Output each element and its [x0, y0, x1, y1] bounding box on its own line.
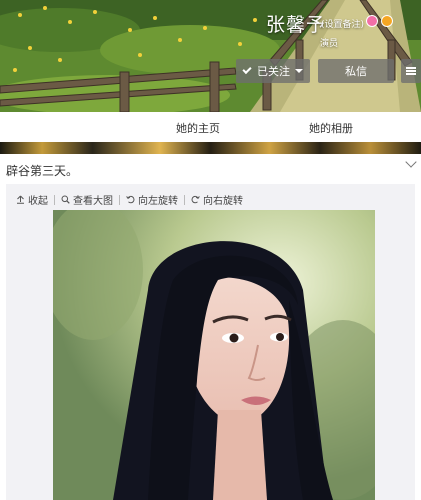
view-large-button[interactable]: 查看大图 — [61, 192, 113, 207]
rotate-left-label: 向左旋转 — [138, 196, 178, 207]
rotate-left-icon — [126, 195, 135, 204]
tab-her-homepage[interactable]: 她的主页 — [176, 120, 220, 136]
check-icon — [242, 64, 252, 75]
gender-female-icon — [366, 15, 378, 27]
profile-name: 张馨予 — [266, 14, 327, 36]
collapse-up-icon — [17, 195, 24, 204]
more-menu-button[interactable] — [401, 59, 421, 83]
verified-title: 演员 — [320, 39, 339, 49]
vip-crown-icon[interactable] — [381, 15, 393, 27]
portrait-photo-image — [53, 210, 375, 500]
follow-button[interactable]: 已关注 — [236, 59, 310, 83]
rotate-right-button[interactable]: 向右旋转 — [191, 192, 243, 207]
rotate-right-icon — [191, 195, 200, 204]
message-button-label: 私信 — [345, 65, 367, 78]
tab-her-album[interactable]: 她的相册 — [309, 120, 353, 136]
caret-down-icon — [295, 69, 303, 73]
toolbar-divider — [184, 194, 185, 205]
post-card: 辟谷第三天。 收起 查看大图 向左旋转 向右旋转 — [0, 154, 421, 500]
rotate-left-button[interactable]: 向左旋转 — [126, 192, 178, 207]
collapse-label: 收起 — [28, 196, 48, 207]
post-photo[interactable] — [53, 210, 375, 500]
post-text: 辟谷第三天。 — [6, 164, 79, 178]
magnifier-icon — [61, 195, 70, 204]
profile-cover: 张馨予 (设置备注) 演员 已关注 私信 — [0, 0, 421, 112]
message-button[interactable]: 私信 — [318, 59, 394, 83]
media-toolbar: 收起 查看大图 向左旋转 向右旋转 — [16, 192, 243, 207]
background-strip — [0, 142, 421, 154]
media-expanded-box: 收起 查看大图 向左旋转 向右旋转 — [6, 184, 415, 500]
chevron-down-icon[interactable] — [405, 156, 417, 168]
collapse-button[interactable]: 收起 — [16, 192, 48, 207]
hamburger-menu-icon — [406, 67, 416, 75]
profile-tab-bar: 她的主页 她的相册 — [0, 112, 421, 142]
toolbar-divider — [119, 194, 120, 205]
follow-button-label: 已关注 — [257, 65, 290, 78]
set-remark-link[interactable]: (设置备注) — [321, 17, 364, 30]
toolbar-divider — [54, 194, 55, 205]
rotate-right-label: 向右旋转 — [203, 196, 243, 207]
view-large-label: 查看大图 — [73, 196, 113, 207]
